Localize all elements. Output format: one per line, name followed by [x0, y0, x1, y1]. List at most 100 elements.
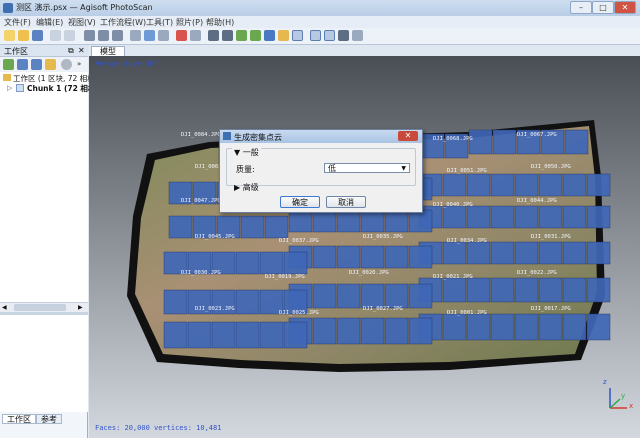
camera-plane[interactable]	[336, 245, 361, 269]
delete-icon[interactable]	[176, 30, 187, 41]
camera-plane[interactable]	[466, 173, 491, 197]
camera-plane[interactable]	[168, 215, 193, 239]
camera-plane[interactable]	[466, 313, 491, 341]
camera-plane[interactable]	[235, 251, 260, 275]
camera-plane[interactable]	[360, 209, 385, 233]
camera-plane[interactable]	[360, 245, 385, 269]
camera-plane[interactable]	[384, 209, 409, 233]
menu-tools[interactable]: 工具(T)	[146, 17, 173, 28]
camera-plane[interactable]	[442, 241, 467, 265]
section-advanced-toggle[interactable]: ▶ 高级	[234, 182, 259, 193]
camera-plane[interactable]	[562, 173, 587, 197]
resize-icon[interactable]	[158, 30, 169, 41]
menu-photos[interactable]: 照片(P)	[176, 17, 203, 28]
cancel-button[interactable]: 取消	[326, 196, 366, 208]
crop-icon[interactable]	[190, 30, 201, 41]
camera-plane[interactable]	[336, 317, 361, 345]
show-markers-icon[interactable]	[338, 30, 349, 41]
reset-view-icon[interactable]	[352, 30, 363, 41]
camera-plane[interactable]	[538, 241, 563, 265]
open-folder-icon[interactable]	[18, 30, 29, 41]
camera-plane[interactable]	[562, 205, 587, 229]
textured-model-icon[interactable]	[278, 30, 289, 41]
camera-plane[interactable]	[283, 321, 308, 349]
camera-plane[interactable]	[312, 317, 337, 345]
scroll-thumb[interactable]	[14, 304, 66, 311]
camera-plane[interactable]	[538, 277, 563, 303]
camera-plane[interactable]	[408, 317, 433, 345]
camera-plane[interactable]	[586, 277, 611, 303]
camera-plane[interactable]	[312, 283, 337, 309]
camera-plane[interactable]	[360, 317, 385, 345]
menu-workflow[interactable]: 工作流程(W)	[100, 17, 146, 28]
camera-plane[interactable]	[259, 321, 284, 349]
ok-button[interactable]: 确定	[280, 196, 320, 208]
camera-plane[interactable]	[442, 205, 467, 229]
tab-workspace[interactable]: 工作区	[2, 414, 36, 424]
camera-plane[interactable]	[562, 241, 587, 265]
menu-edit[interactable]: 编辑(E)	[36, 17, 63, 28]
camera-plane[interactable]	[384, 245, 409, 269]
camera-plane[interactable]	[490, 205, 515, 229]
dialog-close-button[interactable]: ✕	[398, 131, 418, 141]
camera-plane[interactable]	[538, 313, 563, 341]
camera-plane[interactable]	[466, 205, 491, 229]
move-icon[interactable]	[130, 30, 141, 41]
camera-plane[interactable]	[384, 283, 409, 309]
camera-plane[interactable]	[288, 209, 313, 233]
tab-reference[interactable]: 参考	[36, 414, 62, 424]
remove-icon[interactable]	[61, 59, 72, 70]
scroll-right-icon[interactable]: ▶	[78, 304, 83, 311]
float-panel-icon[interactable]: ⧉	[68, 46, 74, 56]
camera-plane[interactable]	[187, 321, 212, 349]
more-tools-icon[interactable]: »	[77, 60, 81, 68]
show-labels-icon[interactable]	[324, 30, 335, 41]
camera-plane[interactable]	[336, 283, 361, 309]
camera-plane[interactable]	[283, 251, 308, 275]
menu-view[interactable]: 视图(V)	[68, 17, 96, 28]
camera-plane[interactable]	[514, 313, 539, 341]
save-icon[interactable]	[32, 30, 43, 41]
camera-plane[interactable]	[490, 241, 515, 265]
camera-plane[interactable]	[442, 277, 467, 303]
undo-icon[interactable]	[50, 30, 61, 41]
quality-select[interactable]: 低 ▼	[324, 163, 410, 173]
free-select-icon[interactable]	[112, 30, 123, 41]
wireframe-icon[interactable]	[264, 30, 275, 41]
camera-plane[interactable]	[468, 129, 493, 155]
camera-plane[interactable]	[163, 289, 188, 315]
expand-icon[interactable]: ▷	[7, 84, 12, 92]
camera-plane[interactable]	[259, 251, 284, 275]
camera-plane[interactable]	[514, 241, 539, 265]
camera-plane[interactable]	[163, 321, 188, 349]
camera-plane[interactable]	[564, 129, 589, 155]
import-icon[interactable]	[45, 59, 56, 70]
camera-plane[interactable]	[442, 173, 467, 197]
minimize-button[interactable]: –	[570, 1, 592, 14]
camera-plane[interactable]	[562, 313, 587, 341]
menu-file[interactable]: 文件(F)	[4, 17, 31, 28]
redo-icon[interactable]	[64, 30, 75, 41]
points-icon[interactable]	[208, 30, 219, 41]
menu-help[interactable]: 帮助(H)	[206, 17, 234, 28]
solid-model-icon[interactable]	[250, 30, 261, 41]
camera-plane[interactable]	[562, 277, 587, 303]
camera-plane[interactable]	[490, 277, 515, 303]
circle-select-icon[interactable]	[98, 30, 109, 41]
shaded-model-icon[interactable]	[236, 30, 247, 41]
horizontal-scrollbar[interactable]: ◀ ▶	[0, 302, 88, 312]
camera-plane[interactable]	[442, 313, 467, 341]
add-photos-icon[interactable]	[17, 59, 28, 70]
camera-plane[interactable]	[211, 321, 236, 349]
add-chunk-icon[interactable]	[3, 59, 14, 70]
tiled-model-icon[interactable]	[292, 30, 303, 41]
new-project-icon[interactable]	[4, 30, 15, 41]
camera-plane[interactable]	[538, 173, 563, 197]
camera-plane[interactable]	[240, 215, 265, 239]
camera-plane[interactable]	[264, 215, 289, 239]
camera-plane[interactable]	[235, 289, 260, 315]
camera-plane[interactable]	[466, 241, 491, 265]
camera-plane[interactable]	[514, 173, 539, 197]
camera-plane[interactable]	[408, 245, 433, 269]
camera-plane[interactable]	[408, 209, 433, 233]
